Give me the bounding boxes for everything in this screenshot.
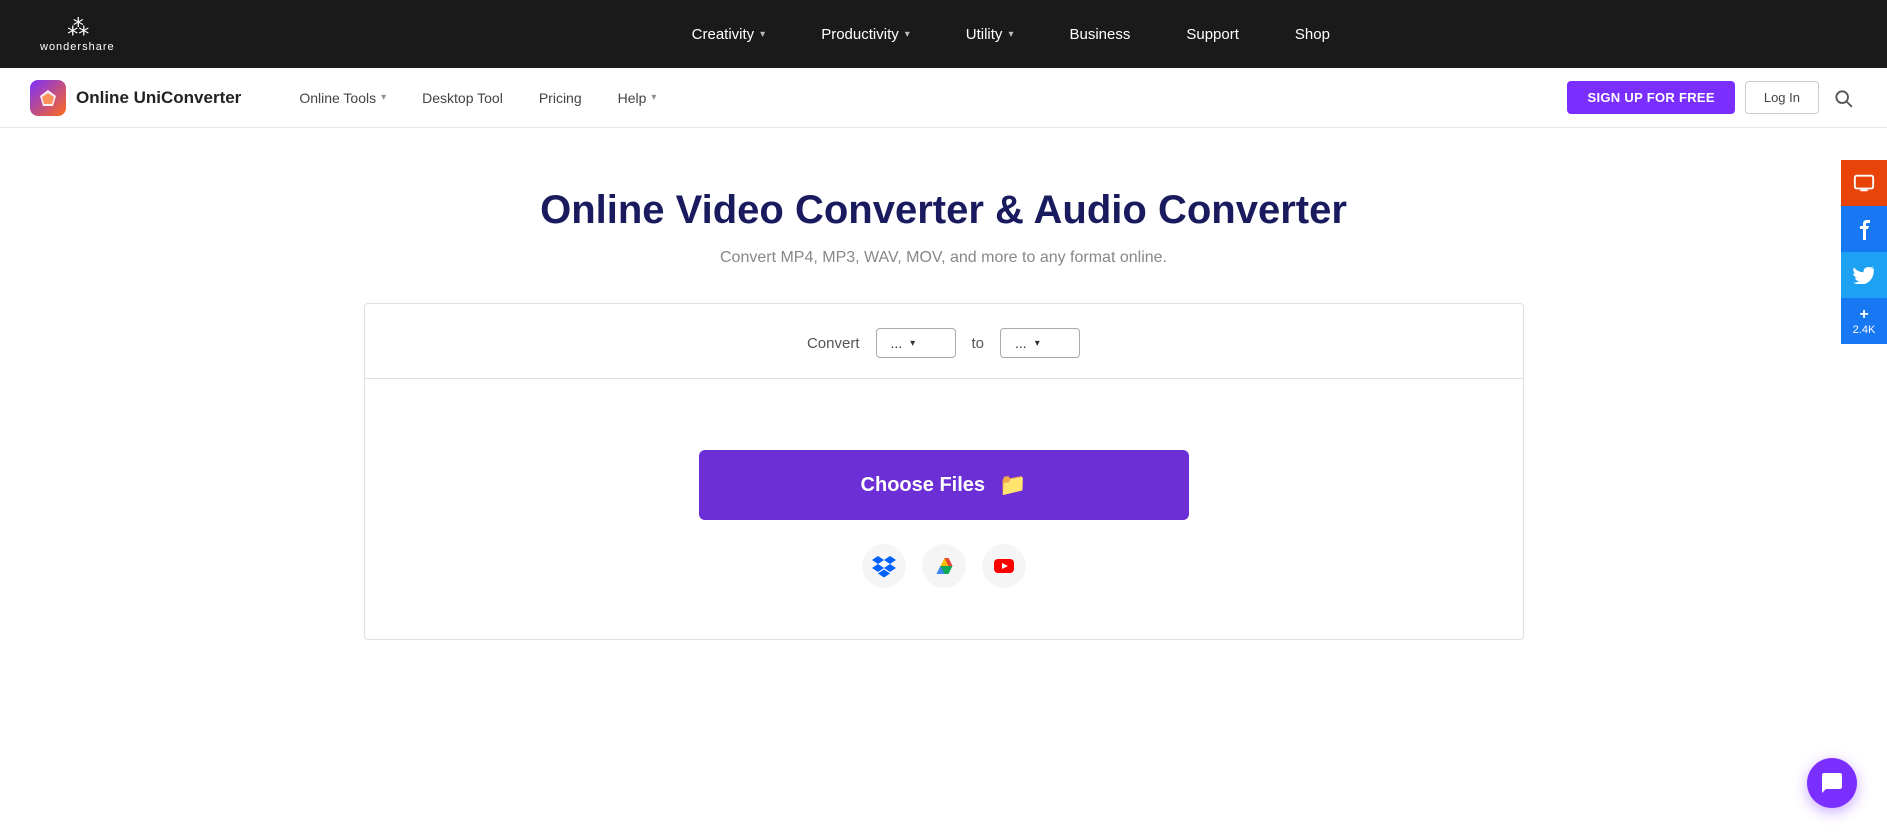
top-nav-item-productivity[interactable]: Productivity ▾ — [793, 0, 938, 68]
chevron-down-icon: ▾ — [651, 92, 656, 103]
share-count: 2.4K — [1853, 324, 1876, 336]
page-title: Online Video Converter & Audio Converter — [540, 188, 1347, 233]
to-label: to — [972, 335, 985, 352]
sec-nav-right: SIGN UP FOR FREE Log In — [1567, 81, 1857, 114]
brand-icon — [30, 80, 66, 116]
top-nav-item-shop[interactable]: Shop — [1267, 0, 1358, 68]
brand-area[interactable]: Online UniConverter — [30, 80, 241, 116]
convert-to-select[interactable]: ... ▾ — [1000, 328, 1080, 358]
chevron-down-icon: ▾ — [760, 29, 765, 40]
sec-nav-item-pricing[interactable]: Pricing — [521, 68, 600, 128]
signup-button[interactable]: SIGN UP FOR FREE — [1567, 81, 1734, 114]
logo[interactable]: ⁂ wondershare — [40, 15, 115, 53]
cloud-icons — [862, 544, 1026, 588]
side-social: + 2.4K — [1841, 160, 1887, 344]
choose-files-button[interactable]: Choose Files 📁 — [699, 450, 1189, 520]
brand-name: Online UniConverter — [76, 88, 241, 108]
top-nav-items: Creativity ▾ Productivity ▾ Utility ▾ Bu… — [175, 0, 1847, 68]
chevron-down-icon: ▾ — [905, 29, 910, 40]
top-nav-item-business[interactable]: Business — [1041, 0, 1158, 68]
screen-share-button[interactable] — [1841, 160, 1887, 206]
folder-icon: 📁 — [999, 472, 1026, 498]
google-drive-button[interactable] — [922, 544, 966, 588]
convert-label: Convert — [807, 335, 860, 352]
dropbox-button[interactable] — [862, 544, 906, 588]
logo-text: wondershare — [40, 41, 115, 53]
convert-controls: Convert ... ▾ to ... ▾ — [365, 304, 1523, 379]
logo-icon: ⁂ — [67, 15, 87, 41]
secondary-nav: Online UniConverter Online Tools ▾ Deskt… — [0, 68, 1887, 128]
sec-nav-item-online-tools[interactable]: Online Tools ▾ — [281, 68, 404, 128]
sec-nav-items: Online Tools ▾ Desktop Tool Pricing Help… — [281, 68, 1567, 128]
top-nav-item-utility[interactable]: Utility ▾ — [938, 0, 1042, 68]
search-button[interactable] — [1829, 84, 1857, 112]
main-content: Online Video Converter & Audio Converter… — [0, 128, 1887, 680]
twitter-button[interactable] — [1841, 252, 1887, 298]
share-button[interactable]: + 2.4K — [1841, 298, 1887, 344]
login-button[interactable]: Log In — [1745, 81, 1819, 114]
sec-nav-item-desktop-tool[interactable]: Desktop Tool — [404, 68, 521, 128]
convert-from-select[interactable]: ... ▾ — [876, 328, 956, 358]
chevron-down-icon: ▾ — [910, 338, 915, 349]
chevron-down-icon: ▾ — [1008, 29, 1013, 40]
upload-area: Choose Files 📁 — [365, 379, 1523, 639]
chevron-down-icon: ▾ — [381, 92, 386, 103]
youtube-button[interactable] — [982, 544, 1026, 588]
top-nav: ⁂ wondershare Creativity ▾ Productivity … — [0, 0, 1887, 68]
converter-box: Convert ... ▾ to ... ▾ Choose Files 📁 — [364, 303, 1524, 640]
sec-nav-item-help[interactable]: Help ▾ — [600, 68, 675, 128]
top-nav-item-creativity[interactable]: Creativity ▾ — [664, 0, 794, 68]
facebook-button[interactable] — [1841, 206, 1887, 252]
top-nav-item-support[interactable]: Support — [1158, 0, 1267, 68]
chat-button[interactable] — [1807, 758, 1857, 808]
chevron-down-icon: ▾ — [1035, 338, 1040, 349]
page-subtitle: Convert MP4, MP3, WAV, MOV, and more to … — [720, 249, 1167, 267]
